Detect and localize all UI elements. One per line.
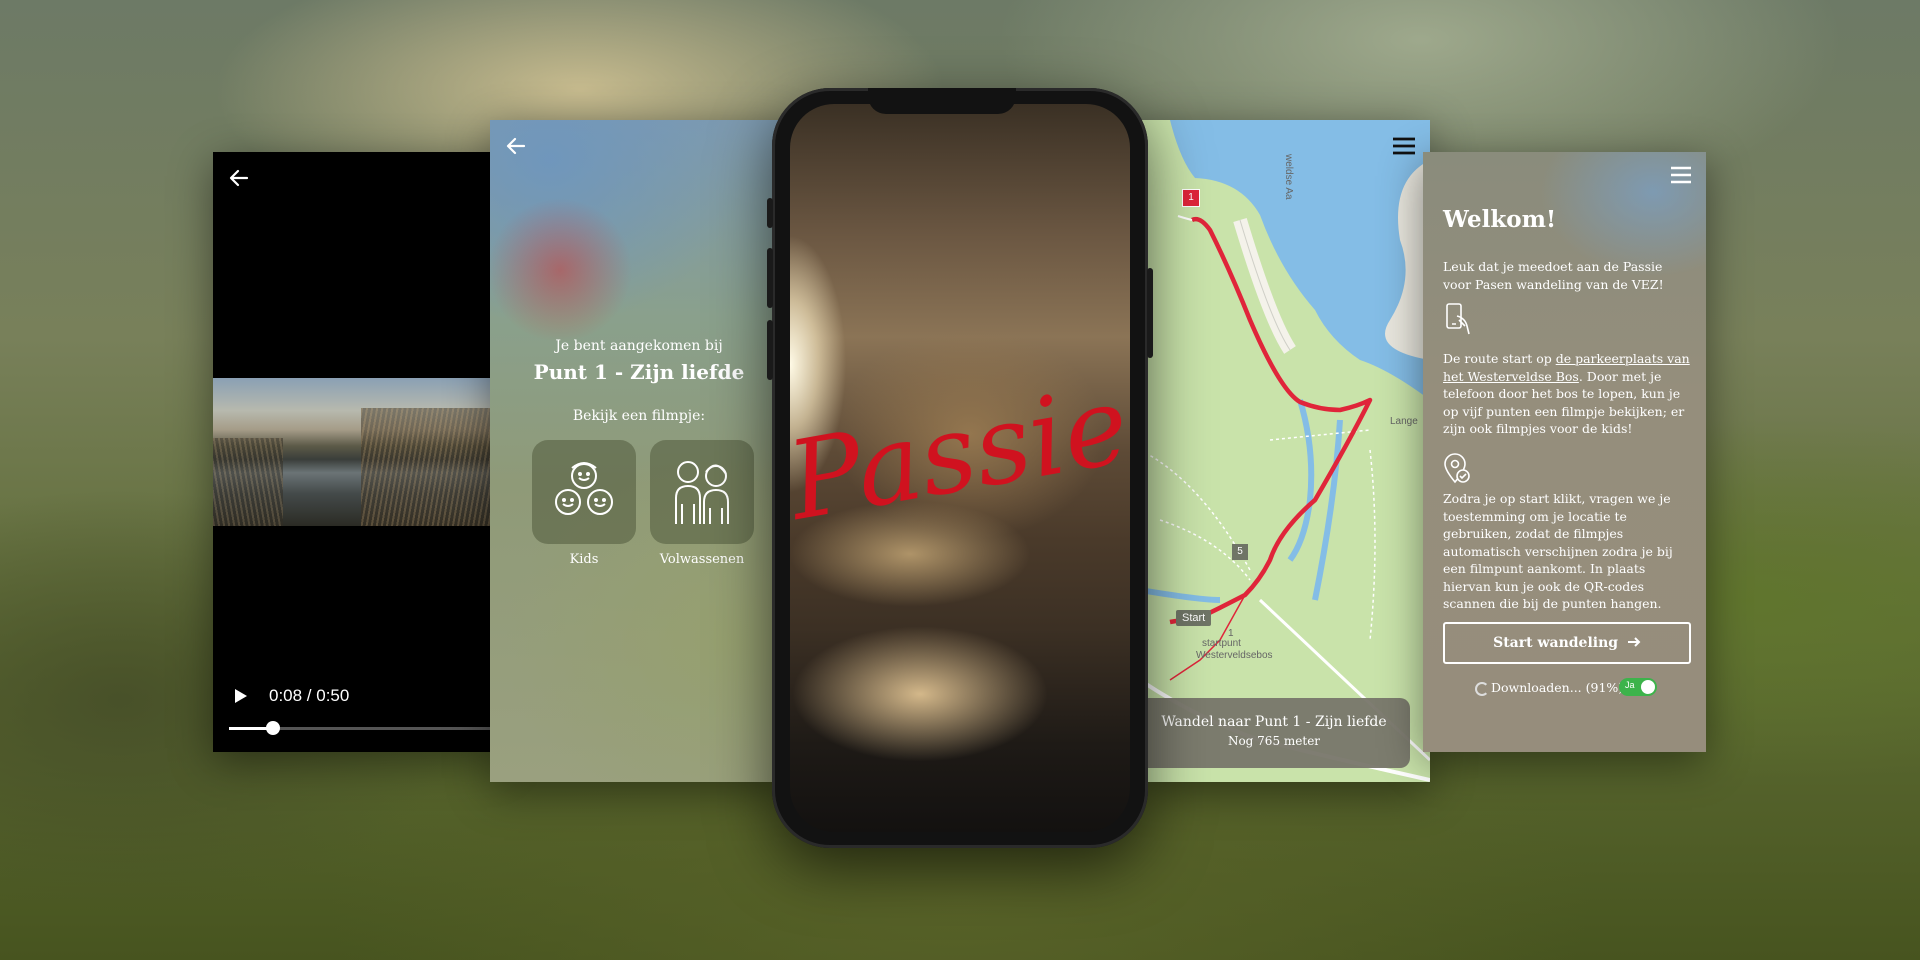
- welcome-heading: Welkom!: [1443, 206, 1557, 233]
- phone-mockup: Passie: [767, 88, 1153, 848]
- route-marker-5[interactable]: 5: [1232, 544, 1248, 560]
- video-seekbar[interactable]: [229, 721, 501, 735]
- map-label-lange: Lange: [1390, 416, 1418, 427]
- seekbar-handle[interactable]: [265, 721, 280, 735]
- arrow-right-icon: [1627, 637, 1641, 647]
- arrival-title: Punt 1 - Zijn liefde: [533, 360, 745, 384]
- phone-notch: [868, 88, 1016, 114]
- location-check-icon: [1444, 453, 1470, 484]
- video-frame[interactable]: [213, 378, 501, 526]
- startpunt-sublabel: Westerveldsebos: [1196, 650, 1273, 661]
- adults-label: Volwassenen: [659, 552, 745, 567]
- kids-label: Kids: [569, 552, 599, 567]
- download-status: Downloaden... (91%): [1491, 680, 1624, 695]
- loading-spinner-icon: [1475, 682, 1489, 696]
- download-toggle[interactable]: Ja: [1619, 678, 1657, 696]
- welcome-paragraph-3: Zodra je op start klikt, vragen we je to…: [1443, 491, 1673, 611]
- svg-text:Passie: Passie: [790, 372, 1130, 522]
- welcome-paragraph-1: Leuk dat je meedoet aan de Passie voor P…: [1443, 259, 1664, 292]
- arrow-left-icon[interactable]: [227, 166, 251, 190]
- arrival-screen: Je bent aangekomen bij Punt 1 - Zijn lie…: [490, 120, 788, 782]
- navigation-distance: Nog 765 meter: [1227, 734, 1321, 748]
- adults-couple-icon: [675, 461, 729, 524]
- startpunt-label: startpunt: [1202, 638, 1241, 649]
- route-map[interactable]: [1140, 120, 1430, 782]
- start-flag[interactable]: Start: [1176, 610, 1212, 626]
- kids-faces-icon: [555, 462, 613, 515]
- navigation-target: Wandel naar Punt 1 - Zijn liefde: [1161, 714, 1387, 730]
- navigation-card[interactable]: Wandel naar Punt 1 - Zijn liefde Nog 765…: [1140, 698, 1410, 768]
- video-screen: 0:08 / 0:50: [213, 152, 501, 752]
- welcome-screen: Welkom! Leuk dat je meedoet aan de Passi…: [1423, 152, 1706, 752]
- arrival-prompt: Bekijk een filmpje:: [572, 408, 706, 424]
- splash-screen[interactable]: Passie: [790, 104, 1130, 832]
- welcome-paragraph-2: De route start op de parkeerplaats van h…: [1443, 351, 1690, 436]
- start-walk-button[interactable]: Start wandeling: [1443, 622, 1691, 664]
- arrow-left-icon[interactable]: [504, 134, 528, 158]
- kids-button[interactable]: [532, 440, 636, 544]
- menu-icon[interactable]: [1392, 136, 1416, 156]
- route-marker-1[interactable]: 1: [1182, 189, 1200, 207]
- map-screen: 1 5 Start 1 startpunt Westerveldsebos La…: [1140, 120, 1430, 782]
- passie-logo: Passie: [790, 372, 1130, 522]
- video-time: 0:08 / 0:50: [269, 686, 350, 705]
- arrival-intro: Je bent aangekomen bij: [555, 338, 723, 354]
- play-icon[interactable]: [233, 688, 249, 704]
- phone-hand-icon: [1446, 303, 1470, 335]
- map-label-aa: weldse Aa: [1283, 154, 1294, 200]
- adults-button[interactable]: [650, 440, 754, 544]
- menu-icon[interactable]: [1670, 166, 1692, 184]
